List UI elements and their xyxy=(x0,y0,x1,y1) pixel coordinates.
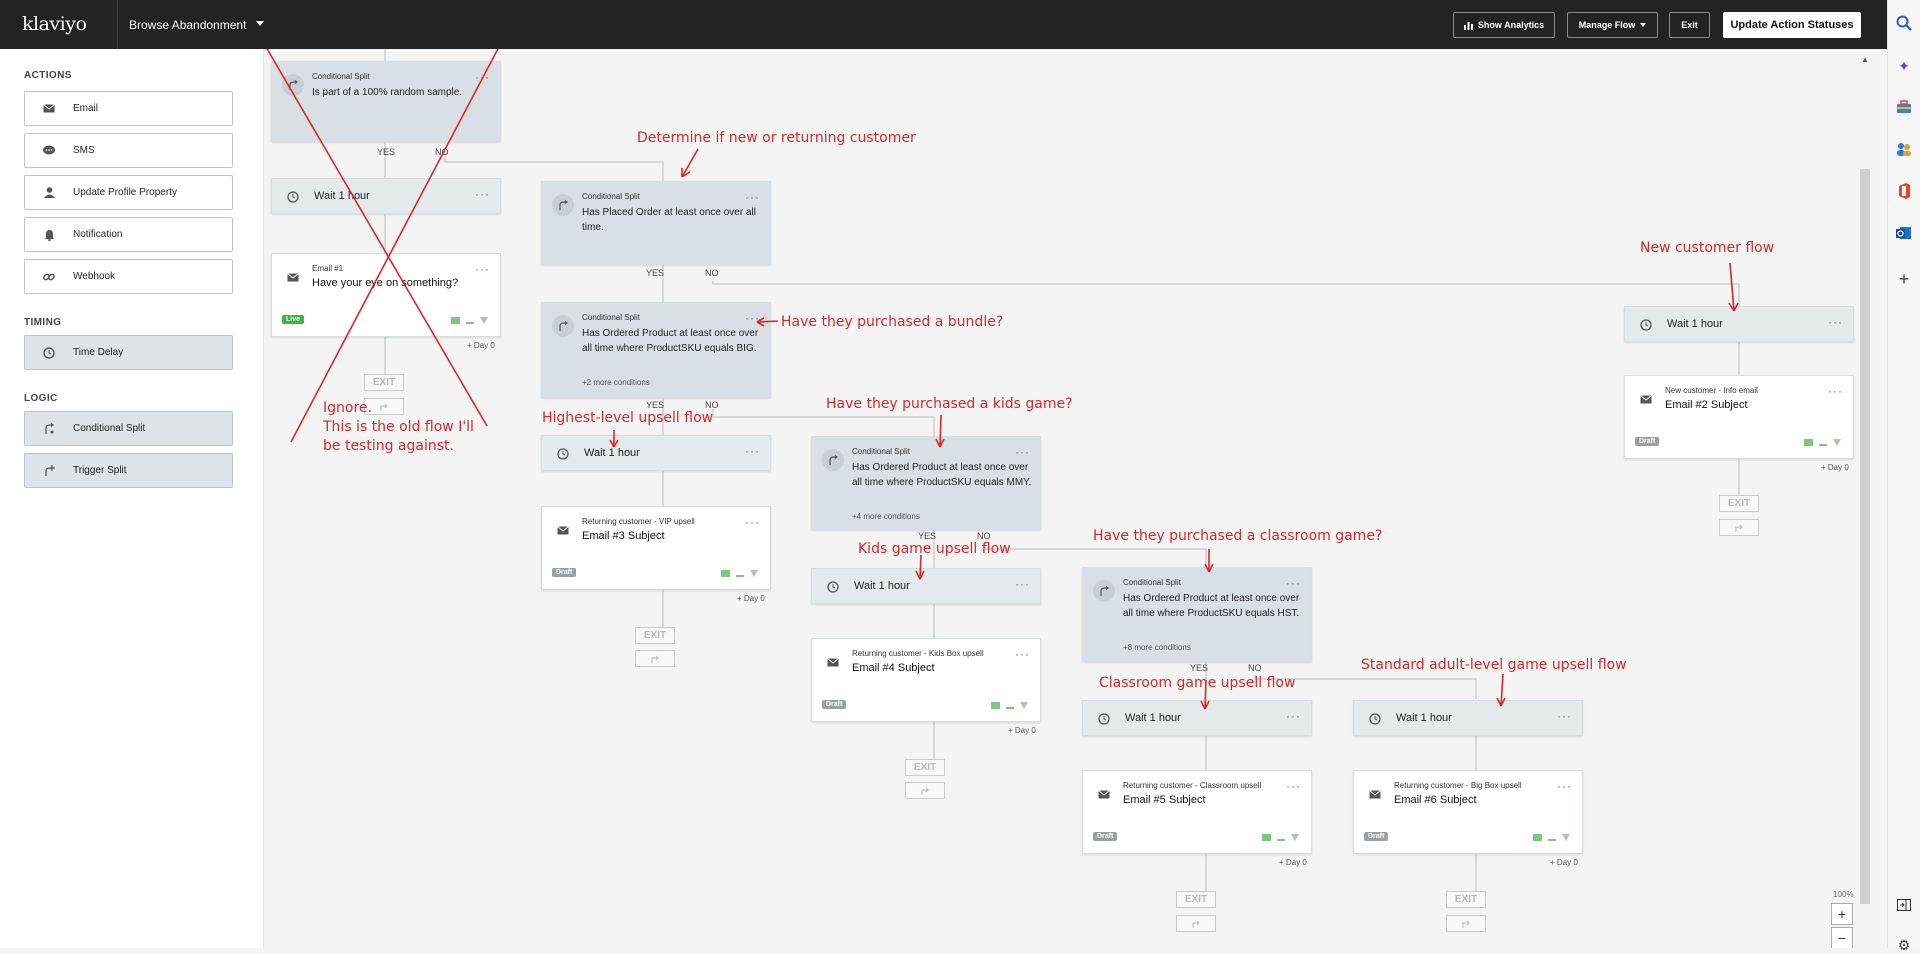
clock-icon xyxy=(25,346,73,359)
person-icon xyxy=(25,187,73,198)
conditional-split-label: Conditional Split xyxy=(73,423,146,434)
outlook-icon[interactable] xyxy=(1895,224,1913,242)
action-update-profile-label: Update Profile Property xyxy=(73,187,177,198)
people-icon[interactable] xyxy=(1895,140,1913,158)
link-icon xyxy=(25,271,73,283)
exit-button[interactable]: Exit xyxy=(1669,12,1710,38)
logic-trigger-split[interactable]: Trigger Split xyxy=(24,453,233,488)
bell-icon xyxy=(25,229,73,241)
plus-icon[interactable]: + xyxy=(1895,269,1913,289)
topbar-divider xyxy=(117,0,118,49)
action-sms-label: SMS xyxy=(73,145,95,156)
scroll-up-icon[interactable]: ▲ xyxy=(1861,55,1869,64)
flow-canvas[interactable]: Conditional Split Is part of a 100% rand… xyxy=(265,49,1857,948)
chat-bubble-icon xyxy=(25,145,73,156)
annotation-highest-upsell: Highest-level upsell flow xyxy=(542,410,714,426)
action-notification-label: Notification xyxy=(73,229,123,240)
zoom-out-button[interactable]: − xyxy=(1831,927,1853,948)
bar-chart-icon xyxy=(1463,21,1473,30)
timing-time-delay[interactable]: Time Delay xyxy=(24,335,233,370)
toolbox-icon[interactable] xyxy=(1895,98,1913,116)
klaviyo-logo[interactable]: klaviyo xyxy=(22,13,87,35)
action-email-label: Email xyxy=(73,103,99,114)
action-notification[interactable]: Notification xyxy=(24,217,233,252)
annotation-new-customer: New customer flow xyxy=(1640,240,1775,256)
show-analytics-button[interactable]: Show Analytics xyxy=(1453,12,1555,38)
chevron-down-icon xyxy=(1640,23,1647,27)
scrollbar-thumb[interactable] xyxy=(1860,169,1870,904)
settings-icon[interactable]: ⚙ xyxy=(1895,936,1913,954)
canvas-scrollbar[interactable]: ▲ xyxy=(1857,49,1887,948)
chevron-down-icon[interactable] xyxy=(256,21,264,26)
show-analytics-label: Show Analytics xyxy=(1477,20,1545,30)
annotation-classroom-upsell: Classroom game upsell flow xyxy=(1099,675,1296,691)
update-action-statuses-button[interactable]: Update Action Statuses xyxy=(1723,12,1861,38)
action-email[interactable]: Email xyxy=(24,91,233,126)
zoom-level: 100% xyxy=(1833,890,1854,899)
trigger-split-label: Trigger Split xyxy=(73,465,127,476)
annotation-kids-game: Have they purchased a kids game? xyxy=(826,396,1073,412)
annotation-kids-upsell: Kids game upsell flow xyxy=(858,541,1011,557)
action-sms[interactable]: SMS xyxy=(24,133,233,168)
time-delay-label: Time Delay xyxy=(73,347,124,358)
trigger-split-icon xyxy=(25,464,73,477)
top-bar: klaviyo Browse Abandonment Show Analytic… xyxy=(0,0,1887,49)
annotation-determine: Determine if new or returning customer xyxy=(637,130,916,146)
search-icon[interactable] xyxy=(1895,14,1913,32)
timing-heading: TIMING xyxy=(24,317,62,328)
annotation-arrows xyxy=(266,49,1739,710)
manage-flow-label: Manage Flow xyxy=(1578,20,1636,30)
envelope-icon xyxy=(25,104,73,113)
actions-heading: ACTIONS xyxy=(24,70,72,81)
annotation-ignore: Ignore. This is the old flow I'll be tes… xyxy=(323,400,474,454)
zoom-in-button[interactable]: + xyxy=(1831,903,1853,925)
logic-heading: LOGIC xyxy=(24,393,58,404)
action-webhook-label: Webhook xyxy=(73,271,116,282)
sidebar-toggle-icon[interactable] xyxy=(1895,896,1913,914)
office-icon[interactable] xyxy=(1895,182,1913,200)
annotation-standard-upsell: Standard adult-level game upsell flow xyxy=(1361,657,1627,673)
action-webhook[interactable]: Webhook xyxy=(24,259,233,294)
split-icon xyxy=(25,422,73,435)
action-update-profile-property[interactable]: Update Profile Property xyxy=(24,175,233,210)
annotation-bundle: Have they purchased a bundle? xyxy=(781,314,1004,330)
manage-flow-button[interactable]: Manage Flow xyxy=(1567,12,1658,38)
right-app-bar: ✦ + ⚙ xyxy=(1887,0,1920,953)
flow-builder-sidebar: ACTIONS Email SMS Update Profile Propert… xyxy=(0,49,264,948)
flow-name[interactable]: Browse Abandonment xyxy=(129,18,246,32)
annotation-classroom-question: Have they purchased a classroom game? xyxy=(1093,528,1383,544)
logic-conditional-split[interactable]: Conditional Split xyxy=(24,411,233,446)
sparkle-icon[interactable]: ✦ xyxy=(1895,57,1913,75)
